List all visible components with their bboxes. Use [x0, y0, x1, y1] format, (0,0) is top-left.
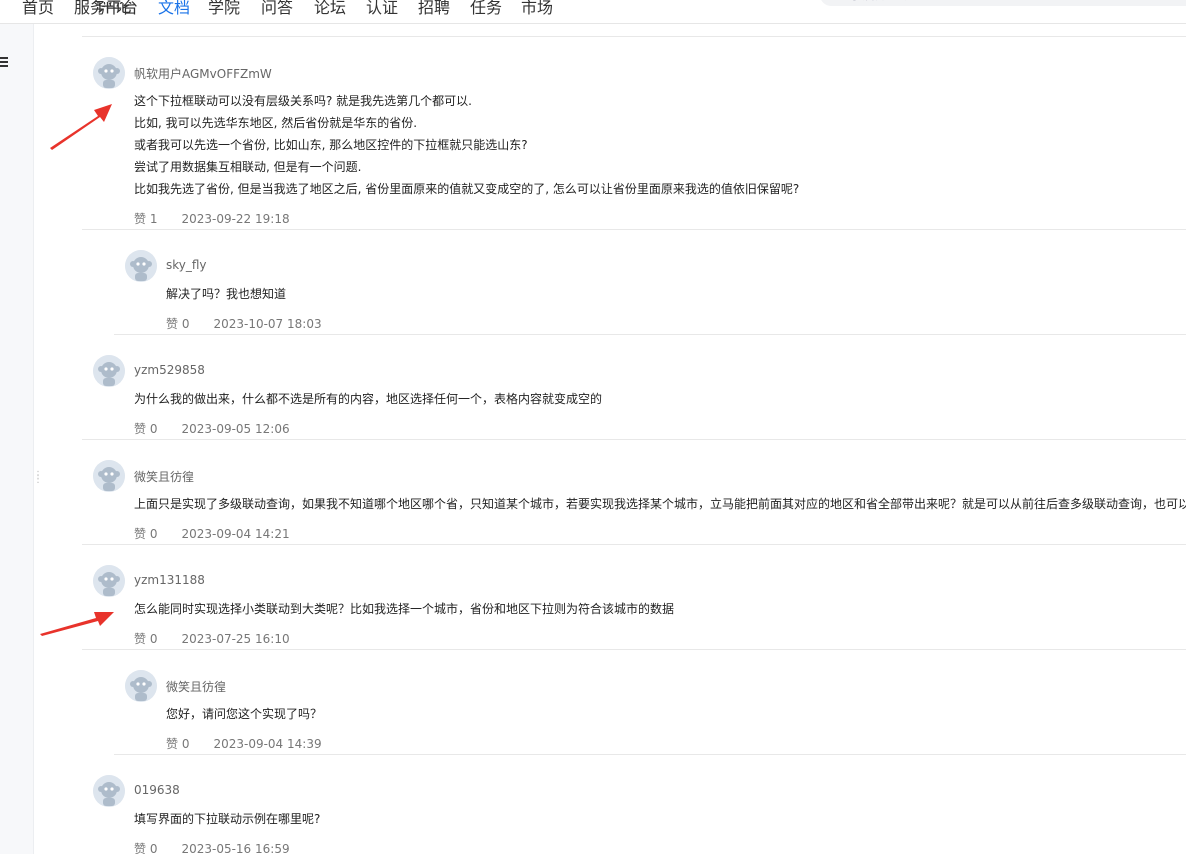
like-button[interactable]: 赞 1	[134, 210, 157, 227]
like-button[interactable]: 赞 0	[134, 630, 157, 647]
divider	[114, 754, 1186, 755]
comment-meta: 赞 0 2023-07-25 16:10	[134, 630, 290, 647]
divider	[82, 439, 1186, 440]
username[interactable]: yzm529858	[134, 363, 205, 377]
username[interactable]: sky_fly	[166, 258, 207, 272]
comment-meta: 赞 0 2023-09-04 14:21	[134, 525, 290, 542]
divider	[82, 36, 1186, 37]
divider	[82, 649, 1186, 650]
timestamp: 2023-09-22 19:18	[181, 212, 290, 226]
comment-text: 为什么我的做出来，什么都不选是所有的内容，地区选择任何一个，表格内容就变成空的	[134, 392, 603, 406]
top-navigation: 首页 服务平台 文档 学院 问答 论坛 认证 招聘 任务 市场	[0, 0, 1186, 24]
annotation-arrow-icon	[40, 612, 114, 636]
divider	[114, 334, 1186, 335]
user-avatar-icon	[125, 670, 157, 702]
avatar[interactable]	[93, 775, 125, 807]
left-sidebar	[0, 24, 34, 854]
nav-item-home[interactable]: 首页	[22, 0, 54, 18]
comment-text: 您好，请问您这个实现了吗？	[166, 707, 323, 721]
timestamp: 2023-10-07 18:03	[213, 317, 322, 331]
user-avatar-icon	[93, 775, 125, 807]
comment-meta: 赞 0 2023-10-07 18:03	[166, 315, 322, 332]
timestamp: 2023-05-16 16:59	[181, 842, 290, 854]
divider	[82, 544, 1186, 545]
nav-item-market[interactable]: 市场	[521, 0, 553, 18]
avatar[interactable]	[93, 57, 125, 89]
comment-meta: 赞 0 2023-05-16 16:59	[134, 840, 290, 854]
like-button[interactable]: 赞 0	[166, 735, 189, 752]
nav-item-docs[interactable]: 文档	[158, 0, 190, 18]
user-avatar-icon	[93, 355, 125, 387]
comment-meta: 赞 1 2023-09-22 19:18	[134, 210, 290, 227]
comment-text: 解决了吗？我也想知道	[166, 287, 287, 301]
like-button[interactable]: 赞 0	[166, 315, 189, 332]
resize-handle[interactable]: ⋮ ⋮	[33, 471, 43, 485]
timestamp: 2023-09-04 14:39	[213, 737, 322, 751]
timestamp: 2023-09-04 14:21	[181, 527, 290, 541]
nav-item-certification[interactable]: 认证	[366, 0, 398, 18]
user-avatar-icon	[93, 460, 125, 492]
timestamp: 2023-09-05 12:06	[181, 422, 290, 436]
avatar[interactable]	[125, 250, 157, 282]
divider	[82, 229, 1186, 230]
user-avatar-icon	[125, 250, 157, 282]
like-button[interactable]: 赞 0	[134, 840, 157, 854]
avatar[interactable]	[93, 460, 125, 492]
avatar[interactable]	[93, 355, 125, 387]
nav-item-tasks[interactable]: 任务	[470, 0, 502, 18]
comment-meta: 赞 0 2023-09-05 12:06	[134, 420, 290, 437]
avatar[interactable]	[125, 670, 157, 702]
comment-meta: 赞 0 2023-09-04 14:39	[166, 735, 322, 752]
comment-text: 上面只是实现了多级联动查询，如果我不知道哪个地区哪个省，只知道某个城市，若要实现…	[134, 497, 1186, 511]
like-button[interactable]: 赞 0	[134, 525, 157, 542]
annotation-arrow-icon	[50, 104, 112, 150]
user-avatar-icon	[93, 57, 125, 89]
timestamp: 2023-07-25 16:10	[181, 632, 290, 646]
like-button[interactable]: 赞 0	[134, 420, 157, 437]
comment-text: 怎么能同时实现选择小类联动到大类呢？比如我选择一个城市，省份和地区下拉则为符合该…	[134, 602, 675, 616]
user-avatar-icon	[93, 565, 125, 597]
username[interactable]: 019638	[134, 783, 180, 797]
menu-icon[interactable]	[0, 57, 10, 67]
section-title: 评论	[96, 2, 132, 17]
search-input[interactable]	[820, 0, 1186, 6]
nav-item-academy[interactable]: 学院	[208, 0, 240, 18]
username[interactable]: yzm131188	[134, 573, 205, 587]
comment-text: 这个下拉框联动可以没有层级关系吗? 就是我先选第几个都可以. 比如, 我可以先选…	[134, 94, 800, 196]
comment-text: 填写界面的下拉联动示例在哪里呢?	[134, 812, 321, 826]
username[interactable]: 微笑且彷徨	[134, 468, 194, 485]
nav-item-qa[interactable]: 问答	[261, 0, 293, 18]
nav-item-jobs[interactable]: 招聘	[418, 0, 450, 18]
username[interactable]: 帆软用户AGMvOFFZmW	[134, 65, 272, 82]
avatar[interactable]	[93, 565, 125, 597]
username[interactable]: 微笑且彷徨	[166, 678, 226, 695]
nav-item-forum[interactable]: 论坛	[314, 0, 346, 18]
